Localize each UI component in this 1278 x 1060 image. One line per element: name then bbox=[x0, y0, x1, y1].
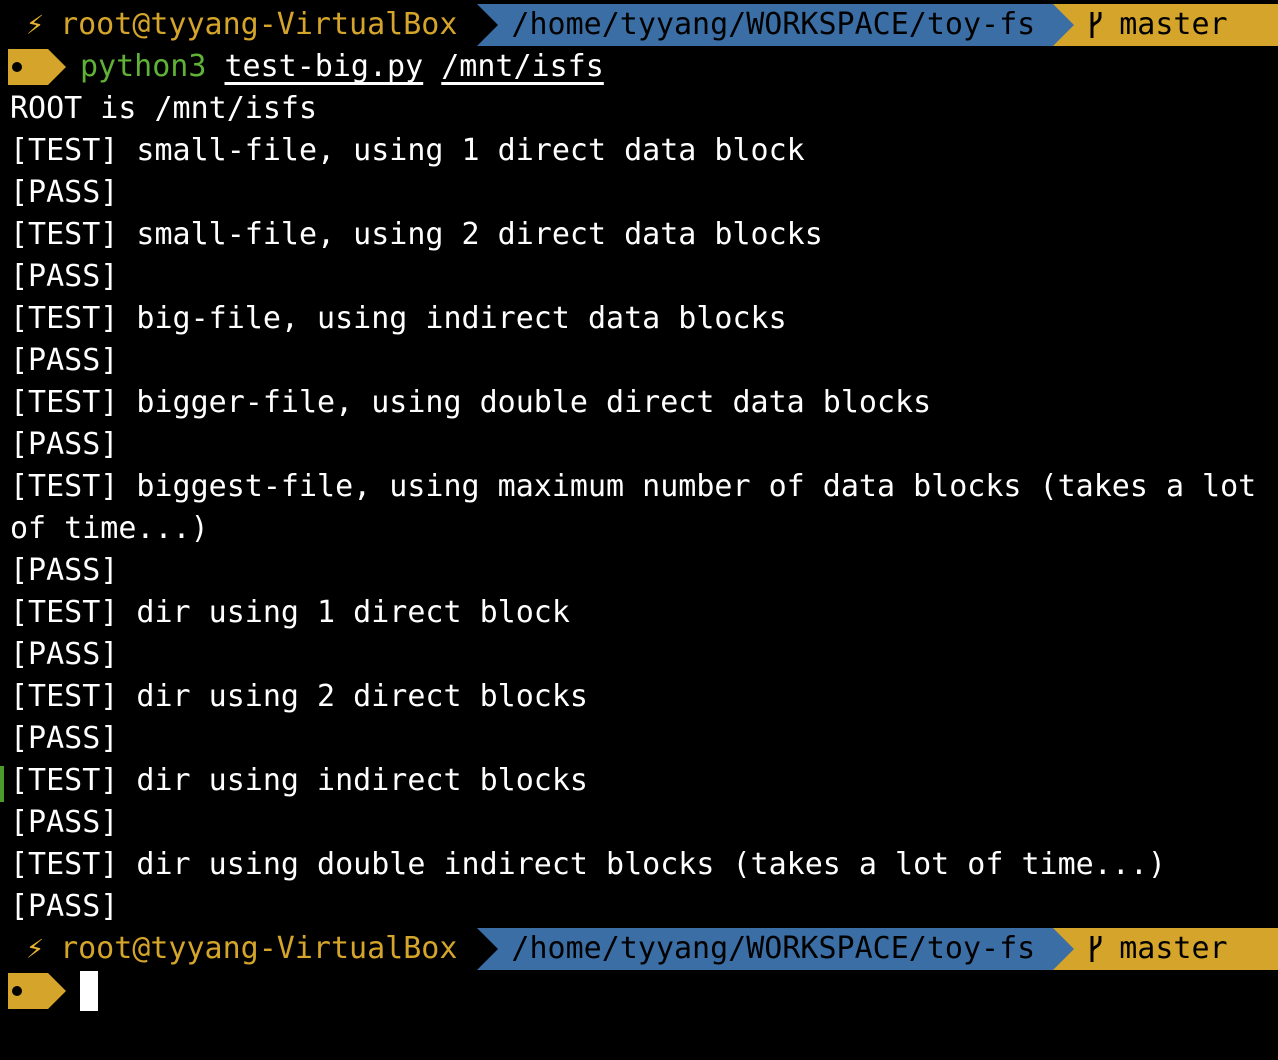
output-line: [TEST] big-file, using indirect data blo… bbox=[10, 301, 787, 336]
output-line: [TEST] small-file, using 2 direct data b… bbox=[10, 217, 823, 252]
command-name: python3 bbox=[80, 49, 207, 84]
command-argument: /mnt/isfs bbox=[441, 49, 604, 84]
terminal-window[interactable]: ⚡ root@tyyang-VirtualBox /home/tyyang/WO… bbox=[0, 4, 1278, 1060]
prompt-user-segment: ⚡ root@tyyang-VirtualBox bbox=[0, 928, 477, 970]
output-line: [PASS] bbox=[10, 259, 119, 294]
shell-prompt: ⚡ root@tyyang-VirtualBox /home/tyyang/WO… bbox=[0, 4, 1278, 46]
git-branch-icon bbox=[1090, 936, 1102, 962]
prompt-branch: master bbox=[1119, 7, 1228, 42]
input-line[interactable] bbox=[0, 970, 1278, 1012]
output-line: [PASS] bbox=[10, 721, 119, 756]
text-cursor[interactable] bbox=[80, 971, 98, 1011]
output-gutter bbox=[0, 766, 4, 802]
command-output: ROOT is /mnt/isfs [TEST] small-file, usi… bbox=[0, 88, 1278, 928]
prompt-dot-icon bbox=[12, 62, 22, 72]
output-line: [PASS] bbox=[10, 805, 119, 840]
command-script: test-big.py bbox=[224, 49, 424, 84]
output-line: [PASS] bbox=[10, 637, 119, 672]
shell-prompt: ⚡ root@tyyang-VirtualBox /home/tyyang/WO… bbox=[0, 928, 1278, 970]
prompt-user-host: root@tyyang-VirtualBox bbox=[60, 931, 458, 966]
command-line: python3 test-big.py /mnt/isfs bbox=[0, 46, 1278, 88]
output-line: [TEST] small-file, using 1 direct data b… bbox=[10, 133, 805, 168]
output-line: [PASS] bbox=[10, 889, 119, 924]
prompt-user-segment: ⚡ root@tyyang-VirtualBox bbox=[0, 4, 477, 46]
prompt-badge bbox=[8, 973, 66, 1009]
prompt-cwd: /home/tyyang/WORKSPACE/toy-fs bbox=[511, 931, 1036, 966]
output-line: [PASS] bbox=[10, 343, 119, 378]
output-line: of time...) bbox=[10, 511, 209, 546]
output-line: [TEST] bigger-file, using double direct … bbox=[10, 385, 932, 420]
prompt-branch: master bbox=[1119, 931, 1228, 966]
output-line: [TEST] biggest-file, using maximum numbe… bbox=[10, 469, 1257, 504]
prompt-dot-icon bbox=[12, 986, 22, 996]
output-line: [TEST] dir using double indirect blocks … bbox=[10, 847, 1166, 882]
prompt-cwd-segment: /home/tyyang/WORKSPACE/toy-fs bbox=[477, 4, 1054, 46]
output-line: [TEST] dir using 1 direct block bbox=[10, 595, 570, 630]
prompt-user-host: root@tyyang-VirtualBox bbox=[60, 7, 458, 42]
prompt-git-segment: master bbox=[1053, 928, 1278, 970]
output-line: [PASS] bbox=[10, 553, 119, 588]
output-line: [PASS] bbox=[10, 175, 119, 210]
output-line: [TEST] dir using 2 direct blocks bbox=[10, 679, 588, 714]
prompt-badge bbox=[8, 49, 66, 85]
prompt-git-segment: master bbox=[1053, 4, 1278, 46]
output-line: ROOT is /mnt/isfs bbox=[10, 91, 318, 126]
git-branch-icon bbox=[1090, 12, 1102, 38]
prompt-cwd-segment: /home/tyyang/WORKSPACE/toy-fs bbox=[477, 928, 1054, 970]
output-line: [PASS] bbox=[10, 427, 119, 462]
lightning-icon: ⚡ bbox=[26, 7, 45, 42]
prompt-cwd: /home/tyyang/WORKSPACE/toy-fs bbox=[511, 7, 1036, 42]
output-line: [TEST] dir using indirect blocks bbox=[0, 760, 1278, 802]
lightning-icon: ⚡ bbox=[26, 931, 45, 966]
